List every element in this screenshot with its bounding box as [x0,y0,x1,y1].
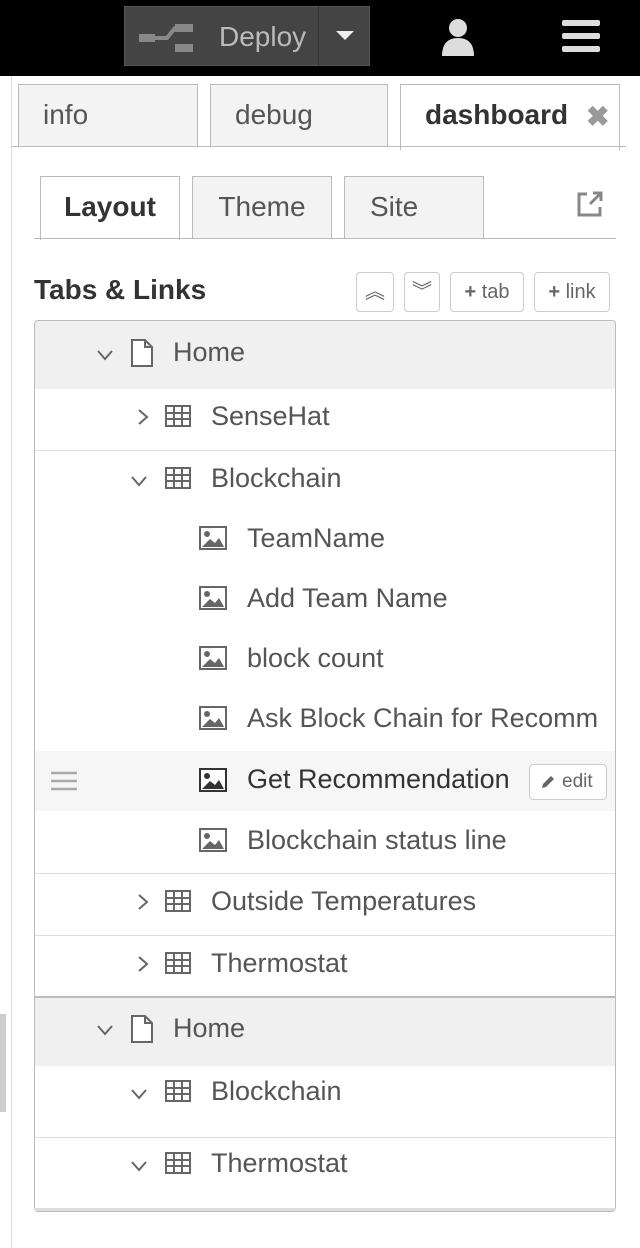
chevron-down-icon[interactable] [97,347,113,363]
image-icon [199,526,227,550]
list-bottom-border [34,1208,616,1211]
deploy-label: Deploy [219,21,307,52]
chevron-down-icon[interactable] [97,1022,113,1038]
image-icon [199,586,227,610]
expand-all-button[interactable]: ︾ [404,272,440,312]
group-row-thermostat[interactable]: Thermostat [35,1138,615,1211]
widget-label: block count [247,643,384,673]
group-row-outside-temperatures[interactable]: Outside Temperatures [35,874,615,936]
chevron-right-icon[interactable] [135,956,151,972]
widget-label: Add Team Name [247,583,448,613]
chevron-right-icon[interactable] [135,894,151,910]
hamburger-menu-icon[interactable] [562,20,600,52]
table-icon [165,405,191,427]
collapse-all-button[interactable]: ︽ [356,272,394,312]
deploy-button[interactable]: Deploy [124,6,370,66]
chevron-right-icon[interactable] [135,409,151,425]
tab-site[interactable]: Site [344,176,484,238]
widget-row[interactable]: TeamName [35,509,615,569]
widget-row-hover[interactable]: Get Recommendation edit [35,751,615,811]
group-row-sensehat[interactable]: SenseHat [35,389,615,451]
group-row-blockchain[interactable]: Blockchain [35,1066,615,1136]
image-icon [199,768,227,792]
edit-label: edit [562,771,593,792]
chevron-down-icon[interactable] [131,1086,147,1102]
tab-row-home[interactable]: Home [35,998,615,1066]
add-link-label: link [565,281,596,303]
chevron-down-icon[interactable] [131,1158,147,1174]
tab-label: Home [173,1013,246,1043]
tab-layout[interactable]: Layout [40,176,180,240]
widget-label: TeamName [247,523,386,553]
widget-label: Blockchain status line [247,825,507,855]
widget-label: Ask Block Chain for Recomm [247,703,599,733]
image-icon [199,706,227,730]
group-label: Outside Temperatures [211,886,477,916]
tabs-links-list: Home SenseHat Blockchain TeamName Add Te… [34,320,616,1212]
inner-tab-line [34,238,616,239]
group-row-thermostat[interactable]: Thermostat [35,936,615,998]
add-tab-label: tab [481,281,510,303]
group-label: Blockchain [211,463,342,493]
group-label: Thermostat [211,1148,348,1178]
group-label: Thermostat [211,948,348,978]
top-header: Deploy [0,0,640,76]
group-row-blockchain[interactable]: Blockchain [35,451,615,513]
section-title: Tabs & Links [34,274,207,305]
page-icon [131,1015,153,1043]
table-icon [165,952,191,974]
image-icon [199,828,227,852]
table-icon [165,1152,191,1174]
deploy-dropdown-caret-icon[interactable] [336,31,354,40]
tab-label: Home [173,337,246,367]
widget-row[interactable]: block count [35,629,615,689]
close-icon[interactable]: ✖ [586,100,609,133]
tab-strip-line [11,146,626,147]
widget-row[interactable]: Add Team Name [35,569,615,629]
external-link-icon[interactable] [576,190,604,218]
plus-icon: + [548,281,561,303]
widget-row[interactable]: Ask Block Chain for Recomm [35,689,615,749]
user-icon[interactable] [440,18,476,56]
page-icon [131,339,153,367]
widget-row[interactable]: Blockchain status line [35,811,615,871]
deploy-icon [139,24,193,52]
table-icon [165,1080,191,1102]
tab-debug[interactable]: debug [210,84,388,146]
group-label: SenseHat [211,401,330,431]
tab-theme[interactable]: Theme [192,176,332,238]
add-tab-button[interactable]: + tab [450,272,524,312]
plus-icon: + [464,281,477,303]
sidebar-resize-handle[interactable] [0,1014,6,1112]
table-icon [165,467,191,489]
deploy-separator [318,6,319,66]
pencil-icon [542,776,554,788]
add-link-button[interactable]: + link [534,272,610,312]
edit-button[interactable]: edit [529,764,607,800]
tab-row-home[interactable]: Home [35,321,615,389]
group-label: Blockchain [211,1076,342,1106]
sidebar-divider [11,76,12,1248]
tab-info[interactable]: info [18,84,198,146]
image-icon [199,646,227,670]
widget-label: Get Recommendation [247,764,510,794]
chevron-down-icon[interactable] [131,473,147,489]
drag-handle-icon[interactable] [51,771,77,791]
table-icon [165,890,191,912]
